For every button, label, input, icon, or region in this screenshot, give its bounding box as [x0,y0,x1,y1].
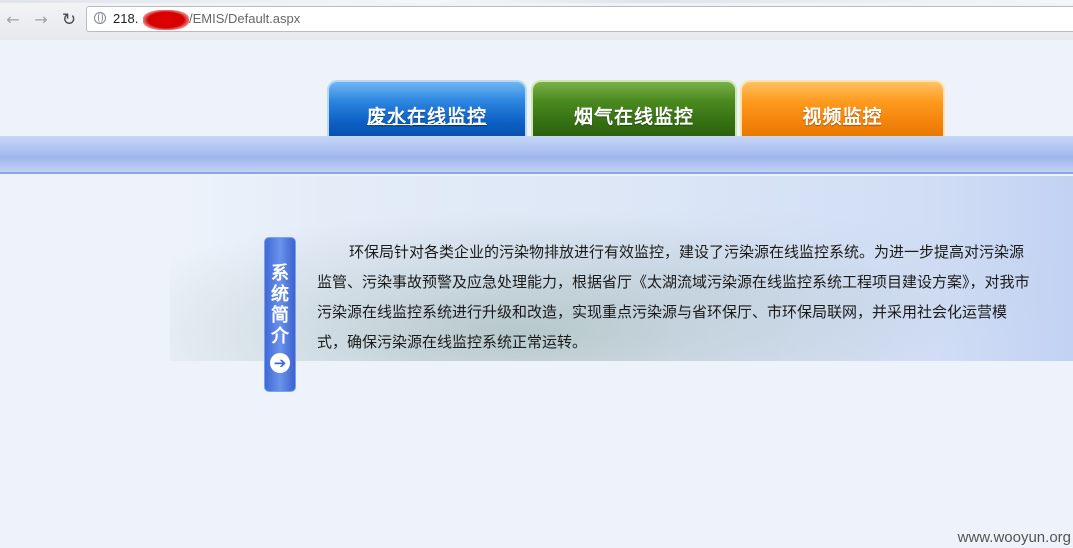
address-bar[interactable]: 218. /EMIS/Default.aspx [86,6,1073,32]
url-redaction-mark [143,10,189,30]
arrow-circle-right-icon: ➔ [270,353,290,373]
watermark: www.wooyun.org [957,529,1071,546]
url-path: /EMIS/Default.aspx [189,11,301,26]
forward-button[interactable]: → [30,9,52,31]
tab-flue-gas-monitoring[interactable]: 烟气在线监控 [531,80,737,136]
system-intro-button[interactable]: 系统简介 ➔ [264,237,296,392]
back-button[interactable]: ← [2,9,24,31]
tab-label: 废水在线监控 [366,106,487,128]
reload-button[interactable]: ↻ [58,9,80,31]
tab-wastewater-monitoring[interactable]: 废水在线监控 [327,80,527,136]
globe-icon [94,12,106,24]
browser-toolbar: ← → ↻ 218. /EMIS/Default.aspx [0,0,1073,41]
header-band [0,136,1073,174]
system-intro-label: 系统简介 [271,263,289,347]
tab-label: 烟气在线监控 [573,106,694,128]
url-host: 218. [113,11,139,26]
system-intro-text: 环保局针对各类企业的污染物排放进行有效监控，建设了污染源在线监控系统。为进一步提… [317,243,1030,351]
tab-strip-edge [0,0,1073,3]
tab-video-monitoring[interactable]: 视频监控 [740,80,945,136]
tab-label: 视频监控 [802,106,883,128]
